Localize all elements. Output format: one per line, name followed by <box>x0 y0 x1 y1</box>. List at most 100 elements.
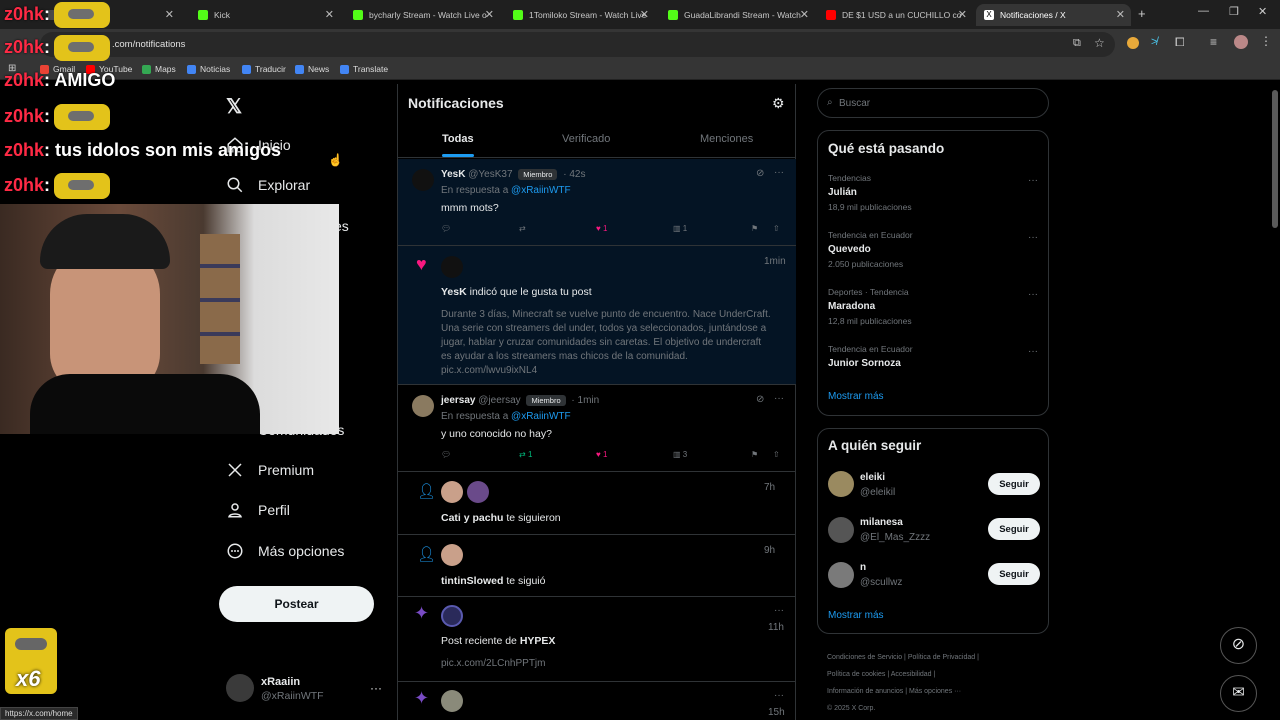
nav-item-explore[interactable]: Explorar <box>226 176 310 194</box>
post-menu-icon[interactable]: ··· <box>774 167 784 178</box>
trend-menu-icon[interactable]: ··· <box>1028 346 1038 357</box>
address-bar[interactable]: .com/notifications ⧉ ☆ <box>40 32 1115 57</box>
grok-button[interactable]: ⊘ <box>1220 627 1257 664</box>
bookmark-item[interactable]: News <box>295 64 329 74</box>
notification-follow[interactable]: 👤︎ 7h Cati y pachu te siguieron <box>398 472 796 535</box>
like-button[interactable]: ♥ 1 <box>596 224 607 233</box>
bookmark-icon[interactable]: ⚑ <box>751 224 758 233</box>
nav-item-premium[interactable]: Premium <box>226 461 314 479</box>
maximize-icon[interactable]: ❐ <box>1229 5 1239 18</box>
close-window-icon[interactable]: ✕ <box>1258 5 1267 18</box>
trend-menu-icon[interactable]: ··· <box>1028 232 1038 243</box>
browser-tab[interactable]: GuadaLibrandi Stream - Watch ✕ <box>660 4 815 26</box>
reply-to-link[interactable]: @xRaiinWTF <box>511 411 571 422</box>
account-avatar[interactable] <box>226 674 254 702</box>
avatar[interactable] <box>441 605 463 627</box>
close-tab-icon[interactable]: ✕ <box>1116 8 1125 21</box>
notification-recent-post[interactable]: ✦ ··· 11h Post reciente de HYPEX pic.x.c… <box>398 597 796 682</box>
avatar[interactable] <box>441 544 463 566</box>
repost-button[interactable]: ⇄ 1 <box>519 450 532 459</box>
notification-recent-post[interactable]: ✦ ··· 15h <box>398 682 796 720</box>
bookmark-item[interactable]: Noticias <box>187 64 230 74</box>
notification-reply[interactable]: jeersay @jeersay Miembro · 1min ⊘ ··· En… <box>398 385 796 472</box>
browser-tab-active[interactable]: X Notificaciones / X ✕ <box>976 4 1131 26</box>
tab-all[interactable]: Todas <box>442 133 474 145</box>
actor-name[interactable]: tintinSlowed <box>441 575 503 587</box>
close-tab-icon[interactable]: ✕ <box>800 8 809 21</box>
bookmark-item[interactable]: Traducir <box>242 64 286 74</box>
close-tab-icon[interactable]: ✕ <box>165 8 174 21</box>
browser-tab[interactable]: DE $1 USD a un CUCHILLO co ✕ <box>818 4 973 26</box>
footer-link[interactable]: Política de cookies <box>827 671 885 678</box>
search-input[interactable]: ⌕ Buscar <box>817 88 1049 118</box>
close-tab-icon[interactable]: ✕ <box>958 8 967 21</box>
share-icon[interactable]: ⇧ <box>773 224 780 233</box>
bookmark-star-icon[interactable]: ☆ <box>1094 36 1105 50</box>
browser-tab[interactable]: 1Tomiloko Stream - Watch Live ✕ <box>505 4 655 26</box>
extensions-puzzle-icon[interactable]: ⧠ <box>1175 35 1185 50</box>
reply-icon[interactable]: 💬︎ <box>441 450 451 459</box>
footer-link[interactable]: Información de anuncios <box>827 688 903 695</box>
nav-item-more[interactable]: Más opciones <box>226 542 344 560</box>
footer-link[interactable]: Política de Privacidad <box>908 654 975 661</box>
avatar[interactable] <box>828 471 854 497</box>
follow-button[interactable]: Seguir <box>988 563 1040 585</box>
tab-mentions[interactable]: Menciones <box>700 133 753 145</box>
show-more-link[interactable]: Mostrar más <box>828 391 884 402</box>
account-menu-icon[interactable]: ··· <box>370 681 382 695</box>
post-menu-icon[interactable]: ··· <box>774 690 784 701</box>
avatar[interactable] <box>828 562 854 588</box>
scrollbar[interactable] <box>1272 90 1278 228</box>
x-logo-icon[interactable]: 𝕏 <box>226 94 242 119</box>
actor-name[interactable]: Cati y pachu <box>441 512 503 524</box>
messages-button[interactable]: ✉ <box>1220 675 1257 712</box>
views-button[interactable]: ▥ 3 <box>673 450 687 459</box>
follow-name[interactable]: milanesa <box>860 517 903 528</box>
views-button[interactable]: ▥ 1 <box>673 224 687 233</box>
trend-menu-icon[interactable]: ··· <box>1028 289 1038 300</box>
bookmark-icon[interactable]: ⚑ <box>751 450 758 459</box>
post-button[interactable]: Postear <box>219 586 374 622</box>
reply-icon[interactable]: 💬︎ <box>441 224 451 233</box>
install-icon[interactable]: ⧉ <box>1073 37 1081 50</box>
show-more-link[interactable]: Mostrar más <box>828 610 884 621</box>
follow-name[interactable]: eleiki <box>860 472 885 483</box>
trend-menu-icon[interactable]: ··· <box>1028 175 1038 186</box>
actor-name[interactable]: HYPEX <box>520 635 556 647</box>
notification-like[interactable]: ♥ 1min YesK indicó que le gusta tu post … <box>398 246 796 385</box>
avatar[interactable] <box>467 481 489 503</box>
avatar[interactable] <box>441 481 463 503</box>
bookmark-item[interactable]: Maps <box>142 64 176 74</box>
close-tab-icon[interactable]: ✕ <box>325 8 334 21</box>
profile-avatar[interactable] <box>1234 35 1248 49</box>
share-icon[interactable]: ⇧ <box>773 450 780 459</box>
actor-name[interactable]: YesK <box>441 286 467 298</box>
post-link[interactable]: pic.x.com/2LCnhPPTjm <box>441 658 545 669</box>
repost-icon[interactable]: ⇄ <box>519 224 526 233</box>
avatar[interactable] <box>828 517 854 543</box>
settings-gear-icon[interactable]: ⚙ <box>772 95 785 112</box>
new-tab-icon[interactable]: + <box>1138 6 1146 21</box>
grok-icon[interactable]: ⊘ <box>756 168 764 179</box>
notification-reply[interactable]: YesK @YesK37 Miembro · 42s ⊘ ··· En resp… <box>398 159 796 246</box>
post-menu-icon[interactable]: ··· <box>774 605 784 616</box>
like-button[interactable]: ♥ 1 <box>596 450 607 459</box>
footer-link[interactable]: Condiciones de Servicio <box>827 654 902 661</box>
post-menu-icon[interactable]: ··· <box>774 393 784 404</box>
minimize-icon[interactable]: — <box>1198 5 1209 17</box>
avatar[interactable] <box>441 690 463 712</box>
avatar[interactable] <box>441 256 463 278</box>
reply-to-link[interactable]: @xRaiinWTF <box>511 185 571 196</box>
close-tab-icon[interactable]: ✕ <box>485 8 494 21</box>
footer-link[interactable]: Más opciones ··· <box>909 688 961 695</box>
nav-item-profile[interactable]: Perfil <box>226 501 290 519</box>
follow-name[interactable]: n <box>860 562 866 573</box>
follow-button[interactable]: Seguir <box>988 473 1040 495</box>
browser-tab[interactable]: bycharly Stream - Watch Live o ✕ <box>345 4 500 26</box>
bookmark-item[interactable]: Translate <box>340 64 388 74</box>
menu-kebab-icon[interactable]: ⋮ <box>1260 34 1272 48</box>
extension-icon[interactable] <box>1127 37 1139 49</box>
trend-item[interactable]: Tendencia en Ecuador Quevedo 2.050 publica… <box>828 230 913 269</box>
notification-follow[interactable]: 👤︎ 9h tintinSlowed te siguió <box>398 535 796 597</box>
follow-button[interactable]: Seguir <box>988 518 1040 540</box>
